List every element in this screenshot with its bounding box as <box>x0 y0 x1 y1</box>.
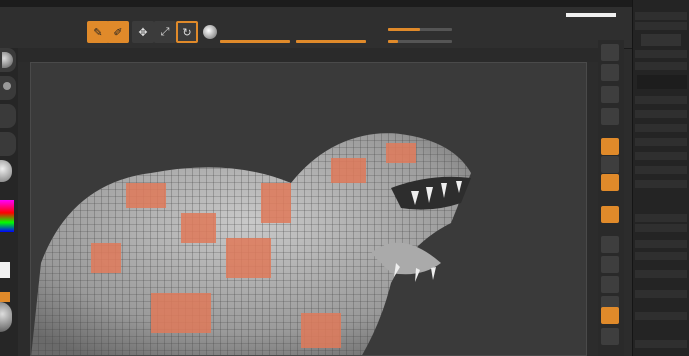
color-picker[interactable] <box>0 200 14 232</box>
tool-panel <box>632 0 689 356</box>
draw-icon: ✐ <box>113 25 123 39</box>
material-sphere-icon[interactable] <box>203 25 217 39</box>
panel-item[interactable] <box>635 22 687 30</box>
stroke-button[interactable] <box>0 76 16 100</box>
tyrannosaurus-model <box>31 133 471 355</box>
subtool-item[interactable] <box>635 124 687 132</box>
subtool-item[interactable] <box>635 152 687 160</box>
scale-icon: ⤢ <box>160 25 170 38</box>
panel-item[interactable] <box>635 270 687 278</box>
rgb-intensity-fill <box>220 40 290 43</box>
zoom3d-button[interactable] <box>601 276 619 293</box>
panel-item[interactable] <box>635 12 687 20</box>
z-intensity-slider[interactable] <box>296 40 366 43</box>
bpr-button[interactable] <box>601 44 619 61</box>
local-button[interactable] <box>601 174 619 191</box>
scale-button[interactable]: ⤢ <box>154 21 176 43</box>
right-shelf <box>598 40 624 356</box>
panel-item[interactable] <box>635 240 687 248</box>
stroke-icon <box>3 82 11 90</box>
panel-item[interactable] <box>635 50 687 58</box>
spix-button[interactable] <box>601 64 619 81</box>
draw-button[interactable]: ✐ <box>107 21 129 43</box>
document-canvas[interactable] <box>30 62 587 356</box>
zoom-button[interactable] <box>601 108 619 125</box>
panel-item[interactable] <box>635 214 687 222</box>
left-shelf <box>0 48 18 356</box>
panel-item[interactable] <box>635 340 687 348</box>
texture-button[interactable] <box>0 132 16 156</box>
panel-item[interactable] <box>635 62 687 70</box>
move-view-button[interactable] <box>601 256 619 273</box>
rotate-icon: ↻ <box>182 25 192 39</box>
panel-item[interactable] <box>635 224 687 232</box>
subtool-item[interactable] <box>635 180 687 188</box>
brush-button[interactable] <box>0 48 16 72</box>
move-icon: ✥ <box>138 25 148 39</box>
xyz-button[interactable] <box>601 206 619 223</box>
toolbar: ✎ ✐ ✥ ⤢ ↻ <box>0 7 689 49</box>
white-strip <box>566 13 616 17</box>
focal-shift-slider[interactable] <box>388 28 452 31</box>
subtool-item[interactable] <box>635 96 687 104</box>
floor-button[interactable] <box>601 156 619 173</box>
subtool-item[interactable] <box>635 166 687 174</box>
polyf-button[interactable] <box>601 307 619 324</box>
focal-shift-fill <box>388 28 420 31</box>
rgb-intensity-slider[interactable] <box>220 40 290 43</box>
draw-size-fill <box>388 40 398 43</box>
persp-button[interactable] <box>601 138 619 155</box>
z-intensity-fill <box>296 40 366 43</box>
edit-icon: ✎ <box>93 25 103 39</box>
subtool-selected[interactable] <box>637 75 687 89</box>
tool-thumbnail[interactable] <box>641 34 681 46</box>
brush-icon <box>2 52 13 68</box>
subtool-item[interactable] <box>635 138 687 146</box>
scroll-button[interactable] <box>601 86 619 103</box>
secondary-color-swatch[interactable] <box>0 292 10 302</box>
move-button[interactable]: ✥ <box>132 21 154 43</box>
material-ball-icon[interactable] <box>0 302 12 332</box>
draw-size-slider[interactable] <box>388 40 452 43</box>
alpha-button[interactable] <box>0 104 16 128</box>
edit-button[interactable]: ✎ <box>87 21 109 43</box>
panel-item[interactable] <box>635 290 687 298</box>
panel-item[interactable] <box>635 312 687 320</box>
menu-bar: — ▢ ✕ <box>0 0 689 7</box>
subtool-item[interactable] <box>635 110 687 118</box>
frame-button[interactable] <box>601 236 619 253</box>
main-color-swatch[interactable] <box>0 262 10 278</box>
secondary-toolbar <box>18 48 598 62</box>
material-button[interactable] <box>0 160 12 182</box>
rotate-button[interactable]: ↻ <box>176 21 198 43</box>
panel-item[interactable] <box>635 252 687 260</box>
transp-button[interactable] <box>601 328 619 345</box>
